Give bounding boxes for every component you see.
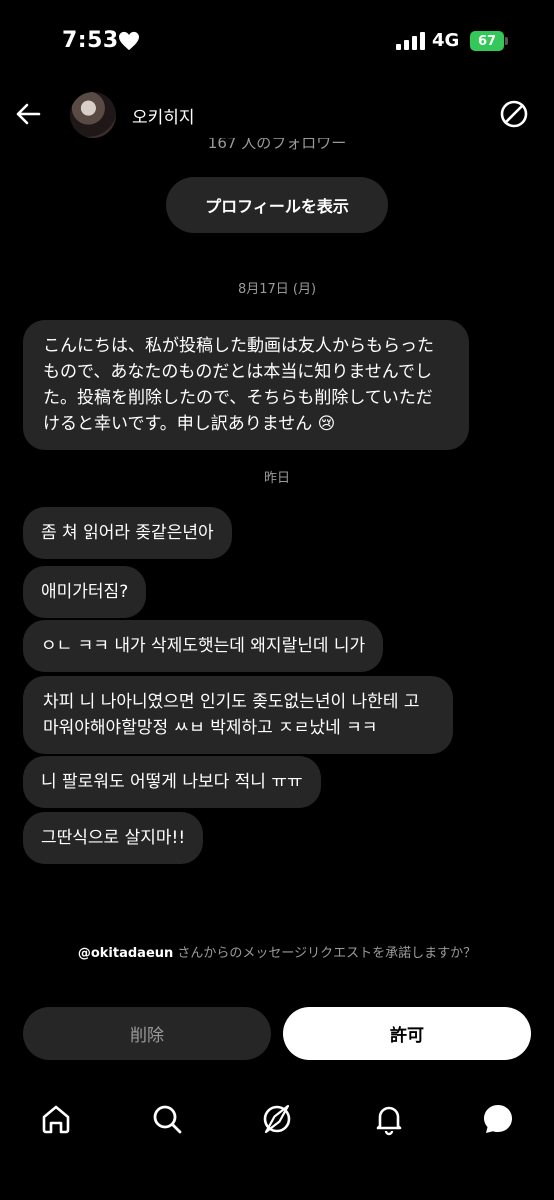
heart-icon <box>119 31 139 51</box>
view-profile-button[interactable]: プロフィールを表示 <box>166 177 388 233</box>
allow-button[interactable]: 許可 <box>283 1007 531 1060</box>
message-bubble[interactable]: 그딴식으로 살지마!! <box>23 812 204 864</box>
battery-level: 67 <box>470 31 504 51</box>
followers-count: 167 人のフォロワー <box>207 138 347 152</box>
explore-icon[interactable] <box>260 1102 294 1136</box>
message-bubble[interactable]: こんにちは、私が投稿した動画は友人からもらったもので、あなたのものだとは本当に知… <box>23 320 469 450</box>
delete-button[interactable]: 削除 <box>23 1007 271 1060</box>
signal-icon <box>396 32 425 50</box>
message-request-prompt: @okitadaeun さんからのメッセージリクエストを承諾しますか？ <box>0 942 554 961</box>
back-arrow-icon[interactable] <box>14 100 42 128</box>
battery-nub <box>505 37 508 45</box>
request-username: @okitadaeun <box>77 946 174 961</box>
date-separator: 8月17日 (月) <box>237 282 317 297</box>
avatar[interactable] <box>70 92 116 138</box>
status-time: 7:53 <box>62 28 119 53</box>
message-bubble[interactable]: ㅇㄴ ㅋㅋ 내가 삭제도햇는데 왜지랄닌데 니가 <box>23 620 384 672</box>
message-bubble[interactable]: 니 팔로워도 어떻게 나보다 적니 ㅠㅠ <box>23 756 321 808</box>
network-label: 4G <box>432 30 460 51</box>
chat-header: 오키히지 <box>0 84 554 146</box>
block-icon[interactable] <box>499 99 529 129</box>
battery-icon: 67 <box>470 31 508 51</box>
message-bubble[interactable]: 좀 쳐 읽어라 좆같은년아 <box>23 507 232 559</box>
bottom-nav <box>0 1090 554 1150</box>
home-icon[interactable] <box>39 1102 73 1136</box>
date-separator: 昨日 <box>263 471 290 486</box>
chat-username[interactable]: 오키히지 <box>132 103 195 128</box>
messages-icon[interactable] <box>481 1102 515 1136</box>
status-bar: 7:53 4G 67 <box>0 0 554 80</box>
search-icon[interactable] <box>150 1102 184 1136</box>
message-bubble[interactable]: 애미가터짐? <box>23 566 147 618</box>
message-bubble[interactable]: 차피 니 나아니였으면 인기도 좆도없는년이 나한테 고마워야해야할망정 ㅆㅂ … <box>23 676 453 754</box>
notifications-icon[interactable] <box>372 1102 406 1136</box>
request-question: さんからのメッセージリクエストを承諾しますか？ <box>173 946 477 961</box>
